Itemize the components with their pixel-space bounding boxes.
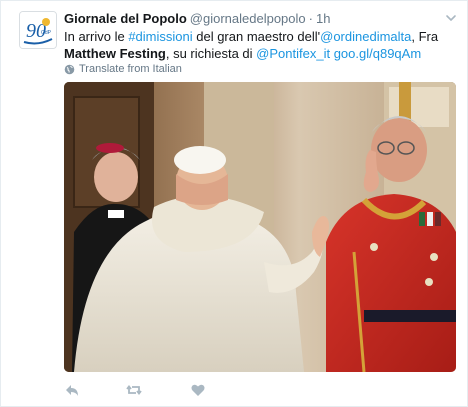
translate-label: Translate from Italian	[79, 63, 182, 75]
heart-icon[interactable]	[190, 382, 206, 398]
text-part: , su richiesta di	[165, 46, 257, 61]
hashtag-link[interactable]: #dimissioni	[128, 29, 192, 44]
tweet-timestamp[interactable]: 1h	[316, 11, 330, 26]
photo-image	[64, 82, 456, 372]
mention-link[interactable]: @ordinedimalta	[320, 29, 411, 44]
author-name[interactable]: Giornale del Popolo	[64, 11, 187, 26]
tweet-photo[interactable]	[64, 82, 456, 372]
mention-link[interactable]: @Pontifex_it	[256, 46, 330, 61]
tweet-text: In arrivo le #dimissioni del gran maestr…	[64, 28, 454, 62]
retweet-icon[interactable]	[126, 382, 142, 398]
text-part: In arrivo le	[64, 29, 129, 44]
reply-icon[interactable]	[64, 382, 80, 398]
tweet-header: Giornale del Popolo @giornaledelpopolo · 1h	[64, 10, 330, 28]
text-part: del gran maestro dell'	[192, 29, 321, 44]
globe-icon	[64, 64, 75, 74]
tweet-actions	[64, 382, 264, 398]
avatar-logo-icon: 90 GdP	[20, 12, 56, 48]
author-handle[interactable]: @giornaledelpopolo	[190, 11, 306, 26]
translate-link[interactable]: Translate from Italian	[64, 63, 182, 75]
chevron-down-icon[interactable]	[445, 12, 457, 24]
url-link[interactable]: goo.gl/q89qAm	[334, 46, 421, 61]
separator: ·	[308, 11, 313, 26]
tweet-card[interactable]: 90 GdP Giornale del Popolo @giornaledelpo…	[0, 0, 468, 407]
avatar-label: GdP	[41, 30, 52, 36]
text-part: , Fra	[411, 29, 439, 44]
avatar[interactable]: 90 GdP	[19, 11, 57, 49]
bold-name: Matthew Festing	[64, 46, 166, 61]
